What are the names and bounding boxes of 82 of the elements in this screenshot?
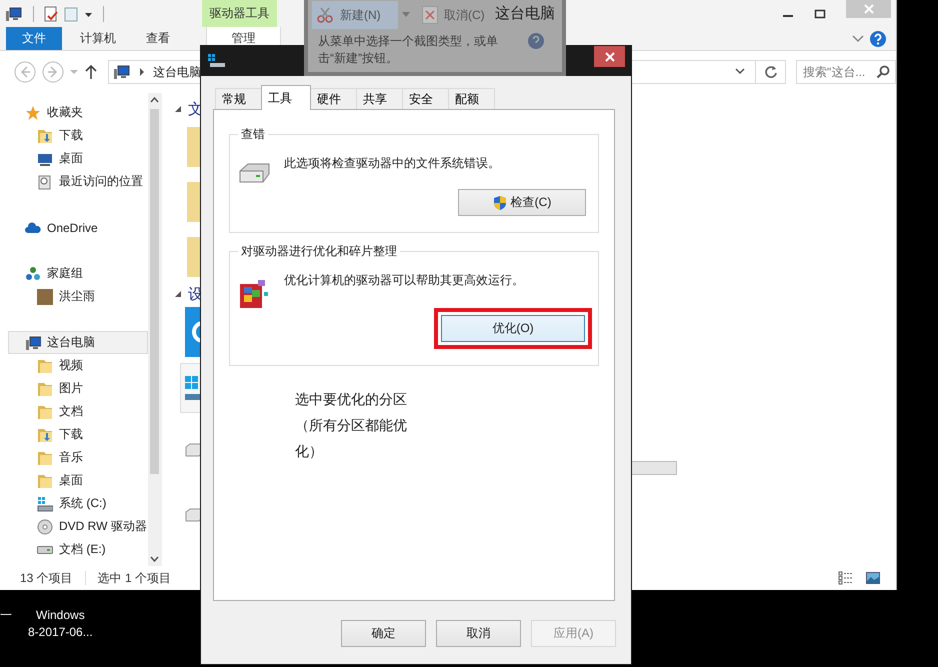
action-button[interactable]: 优化(O) bbox=[441, 315, 585, 342]
computer-icon bbox=[25, 334, 41, 350]
large-icons-view-icon[interactable] bbox=[866, 572, 880, 584]
chevron-right-icon bbox=[139, 68, 145, 76]
scroll-down-icon bbox=[150, 556, 160, 562]
dialog-button[interactable]: 确定 bbox=[341, 620, 426, 647]
nav-item[interactable]: 下载 bbox=[8, 124, 148, 147]
group-title: 查错 bbox=[240, 126, 266, 143]
avatar-placeholder bbox=[37, 288, 53, 304]
group-title: 对驱动器进行优化和碎片整理 bbox=[240, 243, 398, 260]
nav-item[interactable]: 最近访问的位置 bbox=[8, 170, 148, 193]
nav-item[interactable]: 桌面 bbox=[8, 147, 148, 170]
scrollbar-thumb[interactable] bbox=[150, 109, 160, 474]
recent-places-icon bbox=[37, 174, 53, 190]
drive-icon bbox=[37, 546, 53, 554]
nav-item[interactable]: 系统 (C:) bbox=[8, 492, 148, 515]
nav-item[interactable]: 文档 (E:) bbox=[8, 538, 148, 561]
annotation-text: 选中要优化的分区（所有分区都能优化） bbox=[295, 390, 408, 461]
description-text: 优化计算机的驱动器可以帮助其更高效运行。 bbox=[284, 272, 524, 289]
tab[interactable]: 配额 bbox=[448, 88, 495, 109]
cloud-icon bbox=[25, 220, 41, 236]
nav-item[interactable]: 图片 bbox=[8, 377, 148, 400]
maximize-icon[interactable] bbox=[814, 8, 826, 20]
ribbon-tab[interactable]: 查看 bbox=[134, 27, 182, 50]
computer-icon[interactable] bbox=[5, 6, 23, 22]
refresh-button[interactable] bbox=[756, 60, 786, 84]
selection-count: 选中 1 个项目 bbox=[98, 570, 172, 586]
window-title: 这台电脑 bbox=[495, 4, 555, 23]
up-arrow-icon[interactable] bbox=[84, 64, 98, 80]
disc-icon bbox=[37, 518, 53, 534]
ribbon-tab[interactable]: 文件 bbox=[6, 27, 62, 50]
collapse-triangle-icon[interactable] bbox=[175, 106, 182, 112]
system-drive-icon bbox=[37, 496, 53, 512]
drive-icon bbox=[208, 54, 226, 68]
nav-item[interactable]: 家庭组 bbox=[8, 262, 148, 285]
desktop-icon-label[interactable]: Windows 8-2017-06... bbox=[28, 607, 93, 641]
tab[interactable]: 工具 bbox=[261, 85, 311, 110]
search-field[interactable]: 搜索"这台... bbox=[796, 60, 896, 84]
toolbar-button[interactable]: 新建(N) bbox=[312, 1, 398, 29]
close-icon bbox=[864, 4, 874, 14]
nav-item[interactable]: 音乐 bbox=[8, 446, 148, 469]
scrollbar[interactable] bbox=[148, 93, 162, 566]
scissors-icon bbox=[316, 6, 334, 24]
shield-icon bbox=[492, 194, 507, 210]
close-icon bbox=[604, 52, 614, 62]
nav-item[interactable]: 收藏夹 bbox=[8, 101, 148, 124]
chevron-down-icon[interactable] bbox=[735, 68, 745, 76]
computer-icon bbox=[113, 64, 131, 80]
close-button[interactable] bbox=[594, 46, 625, 67]
properties-icon[interactable] bbox=[44, 6, 58, 22]
hint-text: 从菜单中选择一个截图类型，或单击“新建”按钮。 bbox=[318, 33, 499, 67]
nav-item[interactable]: DVD RW 驱动器 bbox=[8, 515, 148, 538]
star-icon bbox=[25, 104, 41, 120]
nav-item[interactable]: 下载 bbox=[8, 423, 148, 446]
chevron-down-icon[interactable] bbox=[852, 34, 864, 44]
ribbon-tab[interactable]: 计算机 bbox=[68, 27, 128, 50]
item-count: 13 个项目 bbox=[20, 570, 73, 586]
nav-item[interactable]: OneDrive bbox=[8, 216, 148, 239]
description-text: 此选项将检查驱动器中的文件系统错误。 bbox=[284, 155, 500, 172]
desktop-icon-label[interactable]: 一 bbox=[0, 607, 12, 641]
nav-item[interactable]: 洪尘雨 bbox=[8, 285, 148, 308]
network-icon bbox=[25, 266, 41, 282]
folder-download-icon bbox=[37, 426, 53, 442]
drive-icon bbox=[238, 161, 270, 185]
context-tab-title: 驱动器工具 bbox=[202, 0, 277, 27]
defragment-icon bbox=[238, 278, 270, 310]
details-view-icon[interactable] bbox=[838, 571, 854, 585]
scroll-up-icon bbox=[150, 97, 160, 103]
help-icon[interactable] bbox=[870, 30, 886, 46]
folder-download-icon bbox=[37, 128, 53, 144]
nav-item[interactable]: 这台电脑 bbox=[8, 331, 148, 354]
dialog-button[interactable]: 取消 bbox=[436, 620, 521, 647]
nav-item[interactable]: 视频 bbox=[8, 354, 148, 377]
search-icon[interactable] bbox=[876, 65, 890, 79]
tab[interactable]: 常规 bbox=[215, 88, 262, 109]
close-icon bbox=[422, 6, 438, 24]
nav-item[interactable]: 文档 bbox=[8, 400, 148, 423]
refresh-icon bbox=[764, 65, 778, 79]
breadcrumb[interactable]: 这台电脑 bbox=[153, 64, 201, 80]
collapse-triangle-icon[interactable] bbox=[175, 290, 182, 298]
nav-item[interactable]: 桌面 bbox=[8, 469, 148, 492]
action-button[interactable]: 检查(C) bbox=[458, 189, 586, 216]
